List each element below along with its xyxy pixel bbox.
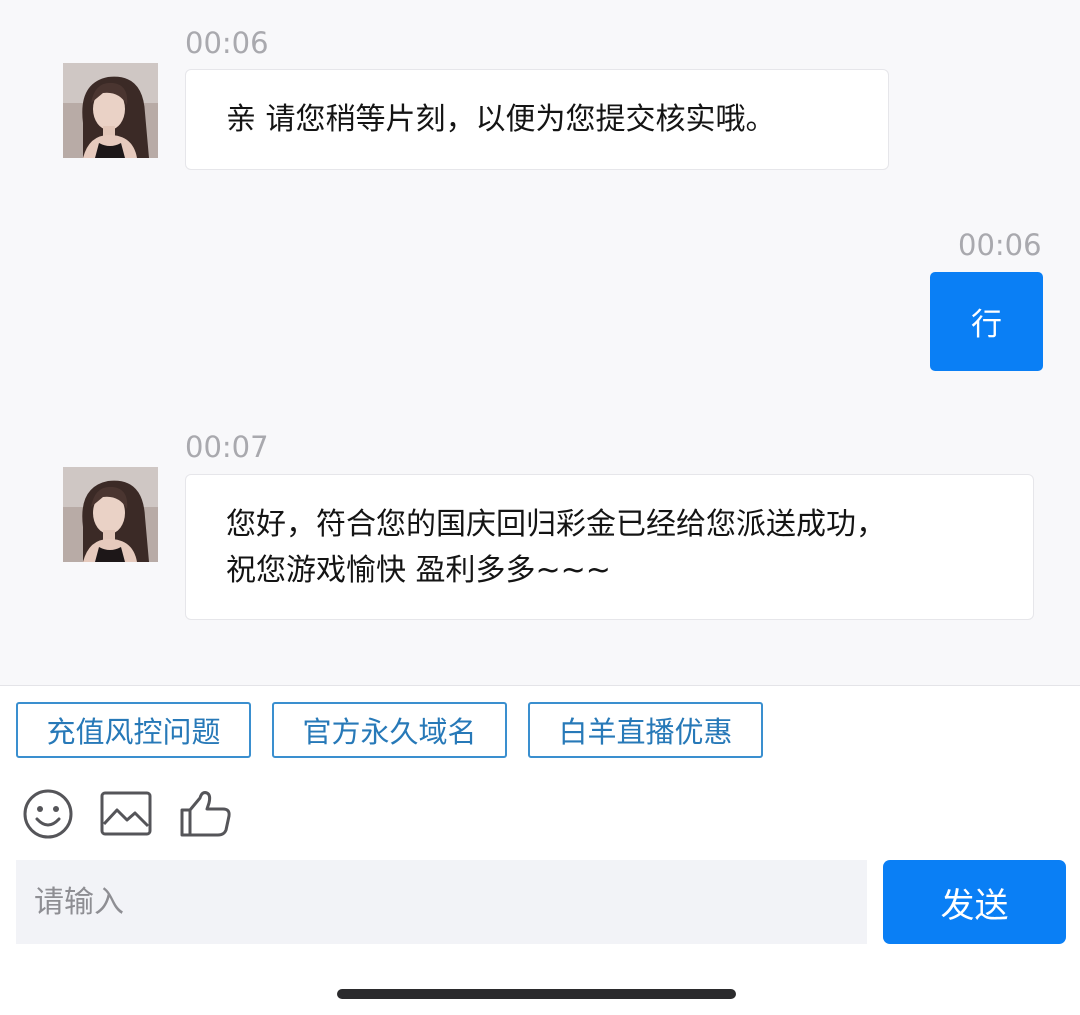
message-text-line: 您好，符合您的国庆回归彩金已经给您派送成功，: [226, 507, 886, 542]
message-bubble-outgoing: 行: [930, 272, 1043, 371]
message-text: 亲 请您稍等片刻，以便为您提交核实哦。: [226, 101, 776, 137]
quick-reply-button[interactable]: 官方永久域名: [272, 702, 507, 758]
emoji-icon[interactable]: [20, 786, 76, 842]
message-text-line: 祝您游戏愉快 盈利多多~~~: [226, 553, 611, 588]
message-timestamp: 00:06: [185, 26, 269, 60]
send-button[interactable]: 发送: [883, 860, 1066, 944]
chat-message-list[interactable]: 00:06 亲 请您稍等片刻，以便为您提交核实哦。 00:06 行 00:07: [0, 0, 1080, 685]
message-timestamp: 00:07: [185, 430, 269, 464]
agent-avatar[interactable]: [63, 467, 158, 562]
composer-divider: [0, 685, 1080, 686]
quick-reply-button[interactable]: 充值风控问题: [16, 702, 251, 758]
quick-reply-button[interactable]: 白羊直播优惠: [528, 702, 763, 758]
message-bubble-incoming: 您好，符合您的国庆回归彩金已经给您派送成功， 祝您游戏愉快 盈利多多~~~: [185, 474, 1034, 620]
message-timestamp: 00:06: [958, 228, 1042, 262]
image-icon[interactable]: [98, 786, 154, 842]
thumbs-up-icon[interactable]: [178, 786, 234, 842]
agent-avatar[interactable]: [63, 63, 158, 158]
message-text: 行: [971, 307, 1002, 343]
message-input[interactable]: [16, 860, 867, 944]
message-bubble-incoming: 亲 请您稍等片刻，以便为您提交核实哦。: [185, 69, 889, 170]
home-indicator: [337, 989, 736, 999]
